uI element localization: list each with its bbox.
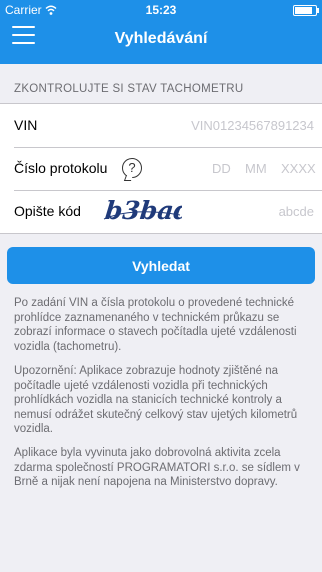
about-paragraph: Aplikace byla vyvinuta jako dobrovolná a… xyxy=(14,447,300,489)
navigation-bar: Carrier 15:23 Vyhledávání xyxy=(0,0,322,64)
month-input[interactable]: MM xyxy=(245,161,267,176)
vin-label: VIN xyxy=(14,117,38,133)
captcha-label: Opište kód xyxy=(14,203,81,219)
battery-icon xyxy=(293,5,319,16)
captcha-text: b3bad xyxy=(104,195,182,225)
warning-paragraph: Upozornění: Aplikace zobrazuje hodnoty z… xyxy=(14,365,298,436)
protocol-label: Číslo protokolu xyxy=(14,160,108,176)
captcha-image: b3bad xyxy=(104,195,182,225)
status-time: 15:23 xyxy=(145,3,177,17)
page-title: Vyhledávání xyxy=(114,30,208,47)
help-icon[interactable]: ? xyxy=(122,158,142,178)
captcha-input[interactable]: abcde xyxy=(279,204,314,219)
captcha-row: Opište kód b3bad abcde xyxy=(0,190,322,233)
search-button[interactable]: Vyhledat xyxy=(7,247,315,284)
vin-input[interactable]: VIN01234567891234 xyxy=(191,118,314,133)
form-table: VIN VIN01234567891234 Číslo protokolu ? … xyxy=(0,103,322,234)
year-input[interactable]: XXXX xyxy=(281,161,316,176)
protocol-row: Číslo protokolu ? DD MM XXXX xyxy=(0,147,322,190)
day-input[interactable]: DD xyxy=(212,161,231,176)
section-header: ZKONTROLUJTE SI STAV TACHOMETRU xyxy=(14,83,244,95)
status-bar: Carrier 15:23 xyxy=(0,0,322,20)
vin-row[interactable]: VIN VIN01234567891234 xyxy=(0,104,322,147)
info-paragraph: Po zadání VIN a čísla protokolu o proved… xyxy=(14,297,297,353)
